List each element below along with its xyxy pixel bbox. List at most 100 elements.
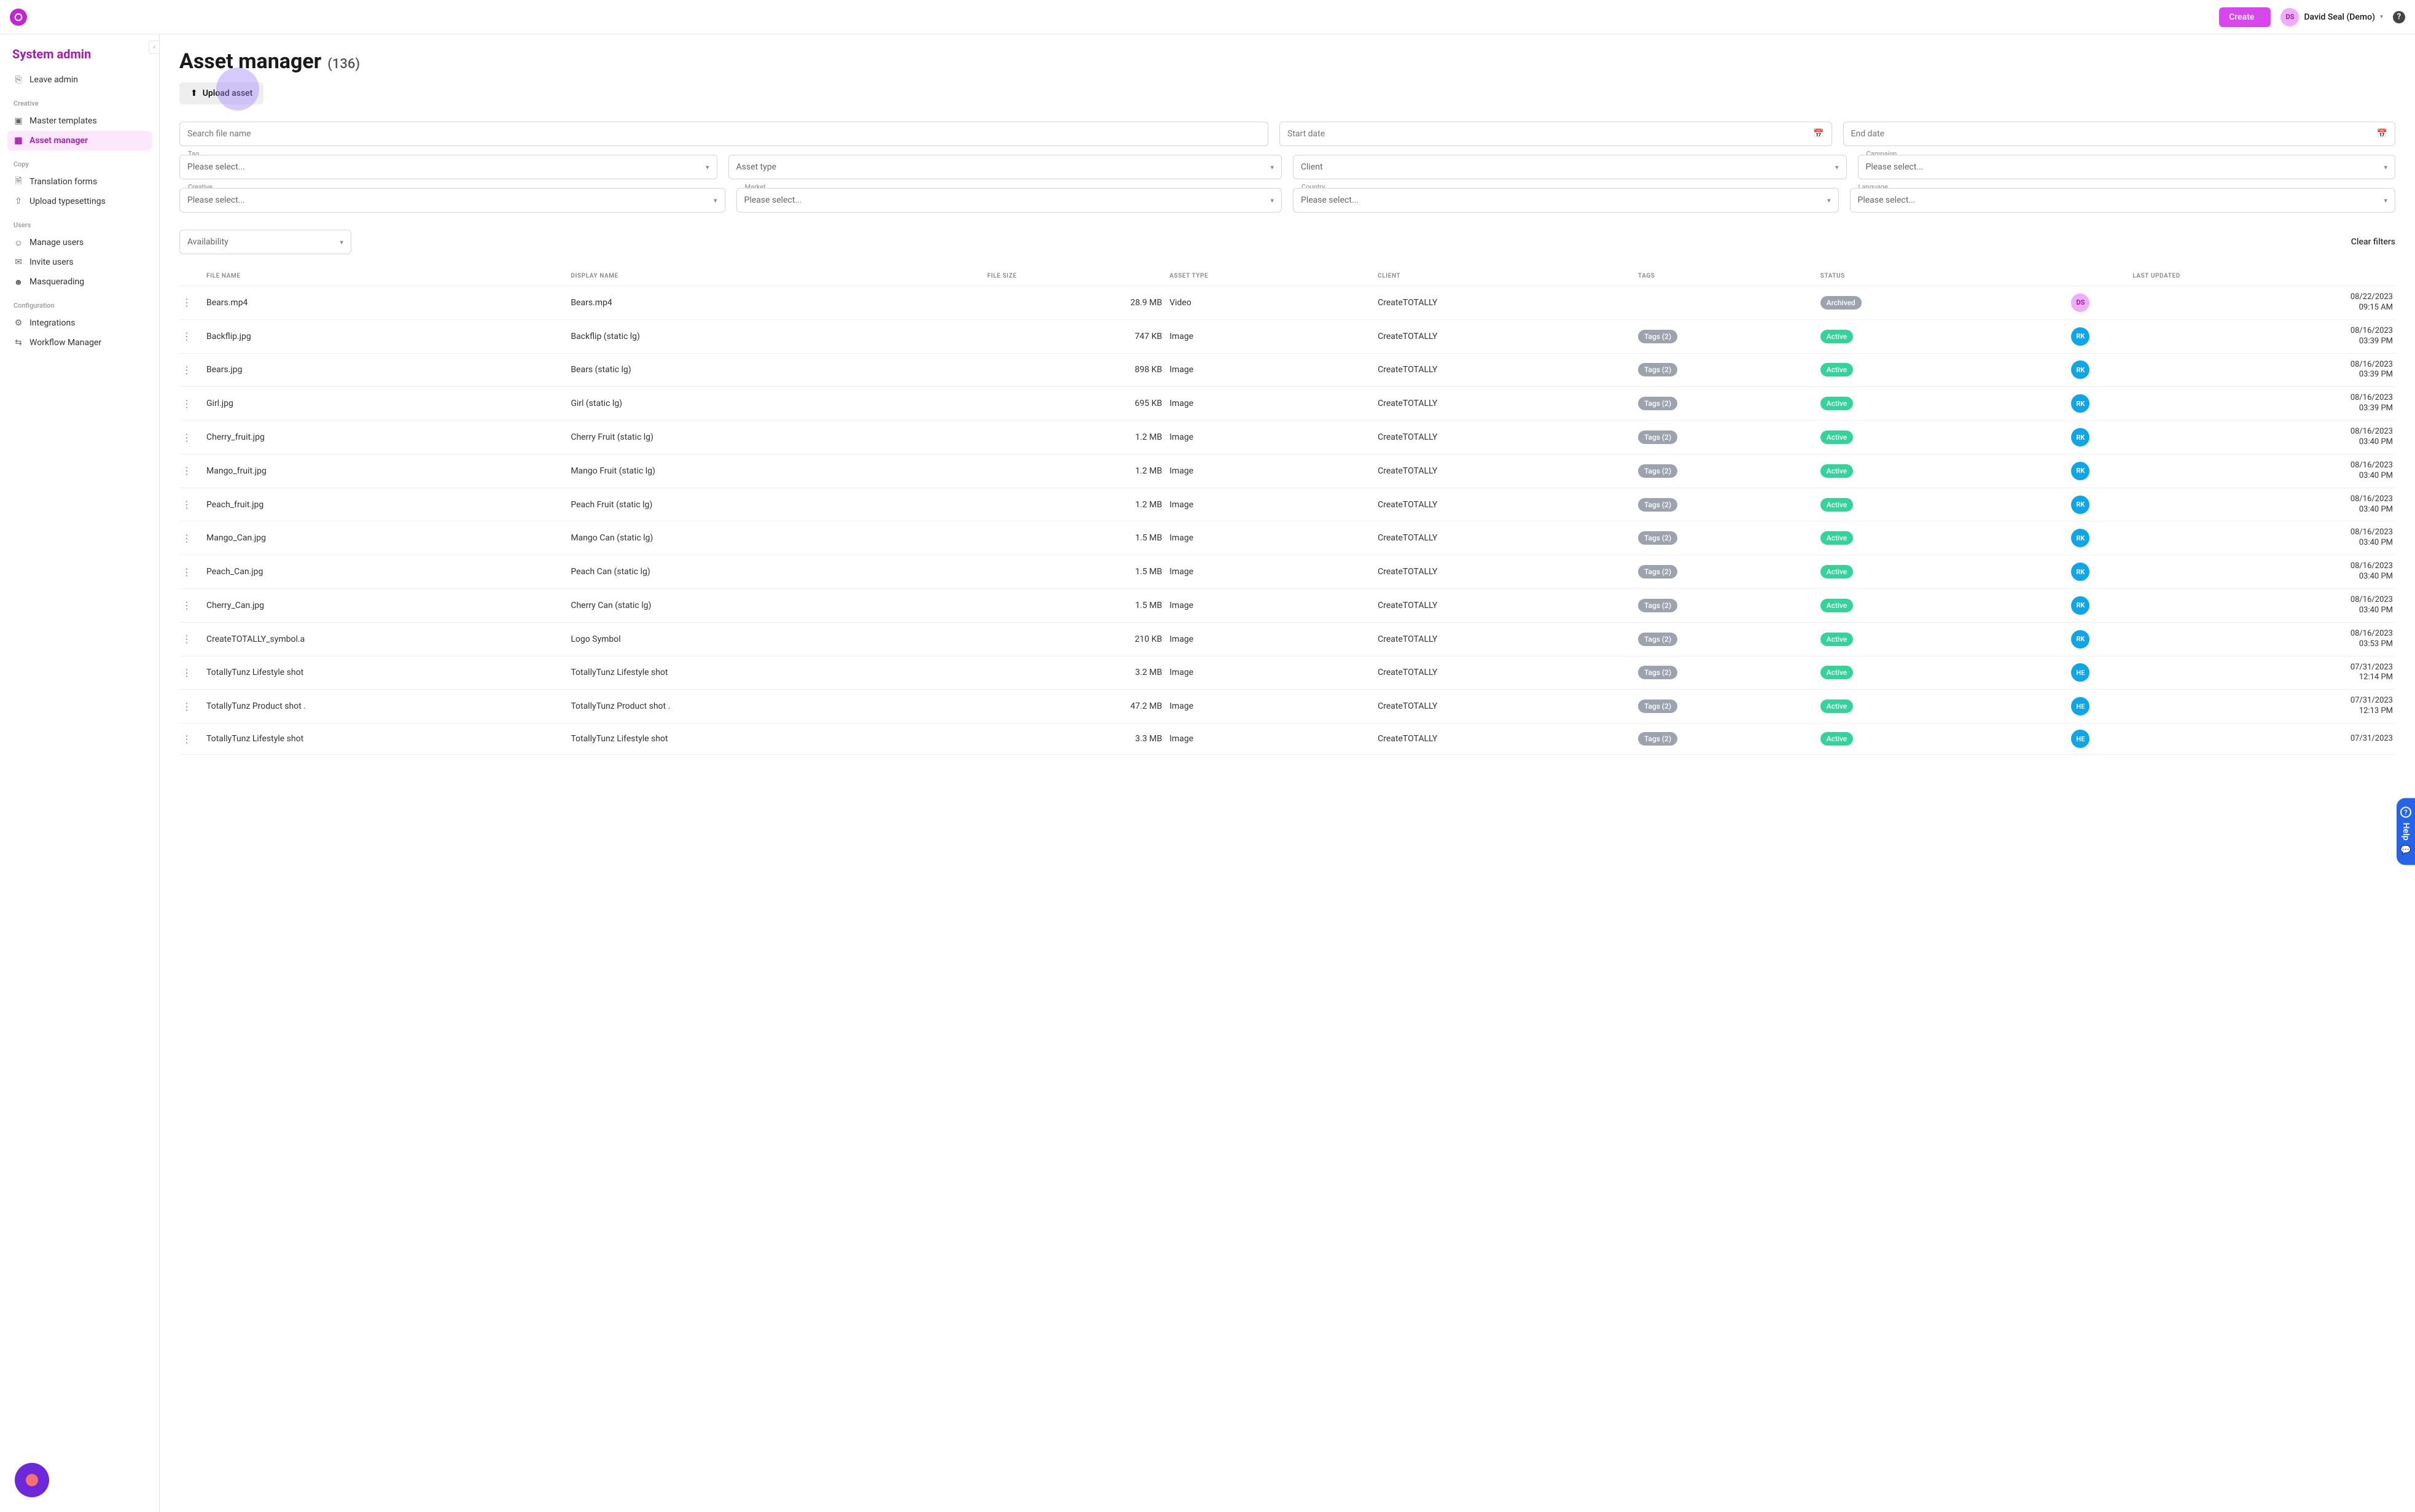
sidebar-item-master-templates[interactable]: ▣ Master templates	[7, 111, 152, 131]
row-avatar[interactable]: RK	[2071, 462, 2089, 480]
row-avatar[interactable]: RK	[2071, 529, 2089, 547]
row-more-icon[interactable]: ⋮	[182, 499, 206, 510]
logo[interactable]	[10, 9, 27, 26]
row-avatar[interactable]: DS	[2071, 294, 2089, 312]
col-asset-type[interactable]: ASSET TYPE	[1169, 273, 1378, 279]
tags-badge[interactable]: Tags (2)	[1638, 666, 1677, 679]
table-row[interactable]: ⋮Mango_Can.jpgMango Can (static lg)1.5 M…	[179, 521, 2395, 555]
row-more-icon[interactable]: ⋮	[182, 398, 206, 410]
col-file-size[interactable]: FILE SIZE	[987, 273, 1169, 279]
start-date-input[interactable]: 📅	[1279, 122, 1832, 146]
cell-file-name: TotallyTunz Lifestyle shot	[206, 734, 571, 744]
row-more-icon[interactable]: ⋮	[182, 364, 206, 376]
search-input[interactable]	[187, 129, 1260, 139]
sidebar-item-integrations[interactable]: ⚙ Integrations	[7, 313, 152, 333]
tags-badge[interactable]: Tags (2)	[1638, 633, 1677, 646]
table-row[interactable]: ⋮Peach_fruit.jpgPeach Fruit (static lg)1…	[179, 488, 2395, 522]
row-more-icon[interactable]: ⋮	[182, 633, 206, 645]
row-avatar[interactable]: RK	[2071, 327, 2089, 346]
market-select[interactable]: Please select... ▾	[736, 188, 1282, 212]
row-avatar[interactable]: HE	[2071, 697, 2089, 715]
tags-badge[interactable]: Tags (2)	[1638, 464, 1677, 478]
country-select[interactable]: Please select... ▾	[1293, 188, 1839, 212]
tags-badge[interactable]: Tags (2)	[1638, 732, 1677, 746]
row-more-icon[interactable]: ⋮	[182, 733, 206, 745]
table-row[interactable]: ⋮Cherry_Can.jpgCherry Can (static lg)1.5…	[179, 589, 2395, 623]
table-row[interactable]: ⋮TotallyTunz Lifestyle shotTotallyTunz L…	[179, 657, 2395, 690]
col-display-name[interactable]: DISPLAY NAME	[571, 273, 987, 279]
creative-value: Please select...	[187, 195, 245, 205]
row-more-icon[interactable]: ⋮	[182, 532, 206, 544]
table-row[interactable]: ⋮Cherry_fruit.jpgCherry Fruit (static lg…	[179, 421, 2395, 454]
sidebar-item-workflow-manager[interactable]: ⇆ Workflow Manager	[7, 333, 152, 353]
sidebar-item-upload-typesettings[interactable]: ⇧ Upload typesettings	[7, 192, 152, 211]
table-row[interactable]: ⋮TotallyTunz Lifestyle shotTotallyTunz L…	[179, 723, 2395, 755]
col-last-updated[interactable]: LAST UPDATED	[2132, 273, 2393, 279]
table-row[interactable]: ⋮Bears.jpgBears (static lg)898 KBImageCr…	[179, 354, 2395, 388]
record-fab[interactable]	[15, 1463, 49, 1497]
table-row[interactable]: ⋮Bears.mp4Bears.mp428.9 MBVideoCreateTOT…	[179, 286, 2395, 320]
row-more-icon[interactable]: ⋮	[182, 297, 206, 308]
creative-select[interactable]: Please select... ▾	[179, 188, 725, 212]
help-tab[interactable]: ? Help 💬	[2397, 798, 2415, 865]
tags-badge[interactable]: Tags (2)	[1638, 431, 1677, 444]
sidebar-item-translation-forms[interactable]: 🗎 Translation forms	[7, 172, 152, 192]
sidebar-collapse-button[interactable]: ‹	[149, 41, 160, 54]
sidebar-item-invite-users[interactable]: ✉ Invite users	[7, 252, 152, 272]
table-row[interactable]: ⋮Girl.jpgGirl (static lg)695 KBImageCrea…	[179, 387, 2395, 421]
table-row[interactable]: ⋮Mango_fruit.jpgMango Fruit (static lg)1…	[179, 454, 2395, 488]
row-avatar[interactable]: RK	[2071, 630, 2089, 649]
row-avatar[interactable]: RK	[2071, 496, 2089, 514]
end-date-field[interactable]	[1851, 129, 2377, 139]
tags-badge[interactable]: Tags (2)	[1638, 599, 1677, 612]
tags-badge[interactable]: Tags (2)	[1638, 498, 1677, 512]
upload-asset-button[interactable]: ⬆ Upload asset	[179, 82, 263, 104]
availability-select[interactable]: Availability ▾	[179, 230, 351, 254]
row-more-icon[interactable]: ⋮	[182, 566, 206, 578]
row-more-icon[interactable]: ⋮	[182, 432, 206, 443]
start-date-field[interactable]	[1287, 129, 1813, 139]
end-date-input[interactable]: 📅	[1843, 122, 2396, 146]
row-more-icon[interactable]: ⋮	[182, 701, 206, 712]
tag-select[interactable]: Please select... ▾	[179, 155, 717, 179]
sidebar-item-asset-manager[interactable]: ▦ Asset manager	[7, 131, 152, 150]
row-more-icon[interactable]: ⋮	[182, 599, 206, 611]
table-row[interactable]: ⋮Backflip.jpgBackflip (static lg)747 KBI…	[179, 320, 2395, 354]
cell-last-updated: 08/16/202303:40 PM	[2132, 461, 2393, 481]
col-file-name[interactable]: FILE NAME	[206, 273, 571, 279]
col-tags[interactable]: TAGS	[1638, 273, 1820, 279]
client-select[interactable]: Client ▾	[1293, 155, 1847, 179]
campaign-select[interactable]: Please select... ▾	[1858, 155, 2396, 179]
sidebar-item-manage-users[interactable]: ☺ Manage users	[7, 233, 152, 252]
tags-badge[interactable]: Tags (2)	[1638, 565, 1677, 579]
create-button[interactable]: Create ▾	[2219, 7, 2271, 27]
clear-filters-link[interactable]: Clear filters	[2351, 237, 2395, 247]
row-avatar[interactable]: RK	[2071, 360, 2089, 379]
tags-badge[interactable]: Tags (2)	[1638, 330, 1677, 343]
row-more-icon[interactable]: ⋮	[182, 465, 206, 477]
help-icon[interactable]: ?	[2393, 11, 2405, 23]
table-row[interactable]: ⋮Peach_Can.jpgPeach Can (static lg)1.5 M…	[179, 555, 2395, 589]
tags-badge[interactable]: Tags (2)	[1638, 363, 1677, 376]
row-avatar[interactable]: HE	[2071, 663, 2089, 682]
row-more-icon[interactable]: ⋮	[182, 667, 206, 679]
row-avatar[interactable]: RK	[2071, 596, 2089, 615]
tags-badge[interactable]: Tags (2)	[1638, 699, 1677, 713]
col-client[interactable]: CLIENT	[1378, 273, 1638, 279]
language-select[interactable]: Please select... ▾	[1850, 188, 2396, 212]
user-menu[interactable]: DS David Seal (Demo) ▾	[2280, 8, 2383, 26]
row-avatar[interactable]: RK	[2071, 394, 2089, 413]
row-avatar[interactable]: RK	[2071, 428, 2089, 446]
row-avatar[interactable]: HE	[2071, 730, 2089, 748]
sidebar-item-masquerading[interactable]: ☻ Masquerading	[7, 272, 152, 292]
row-avatar[interactable]: RK	[2071, 563, 2089, 581]
search-input-wrapper[interactable]	[179, 122, 1268, 146]
tags-badge[interactable]: Tags (2)	[1638, 397, 1677, 410]
row-more-icon[interactable]: ⋮	[182, 330, 206, 342]
tags-badge[interactable]: Tags (2)	[1638, 531, 1677, 545]
sidebar-item-leave-admin[interactable]: ⎘ Leave admin	[7, 70, 152, 90]
col-status[interactable]: STATUS	[1820, 273, 2029, 279]
asset-type-select[interactable]: Asset type ▾	[728, 155, 1282, 179]
table-row[interactable]: ⋮CreateTOTALLY_symbol.aLogo Symbol210 KB…	[179, 623, 2395, 657]
table-row[interactable]: ⋮TotallyTunz Product shot .TotallyTunz P…	[179, 690, 2395, 723]
